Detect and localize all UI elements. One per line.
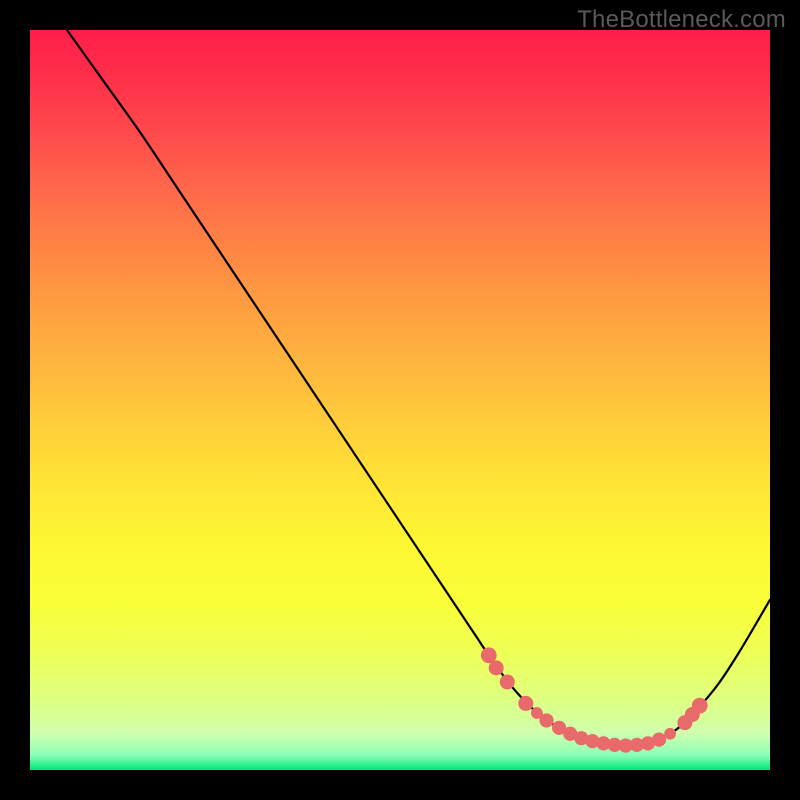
marker-dot bbox=[500, 674, 515, 689]
marker-dot bbox=[518, 696, 533, 711]
plot-area bbox=[30, 30, 770, 770]
marker-dot bbox=[652, 733, 666, 747]
marker-dot bbox=[539, 713, 553, 727]
marker-dot bbox=[489, 660, 504, 675]
marker-group bbox=[481, 647, 708, 752]
curve-layer bbox=[30, 30, 770, 770]
marker-dot bbox=[664, 728, 676, 740]
chart-frame: TheBottleneck.com bbox=[0, 0, 800, 800]
bottleneck-curve bbox=[67, 30, 770, 746]
marker-dot bbox=[692, 698, 708, 714]
